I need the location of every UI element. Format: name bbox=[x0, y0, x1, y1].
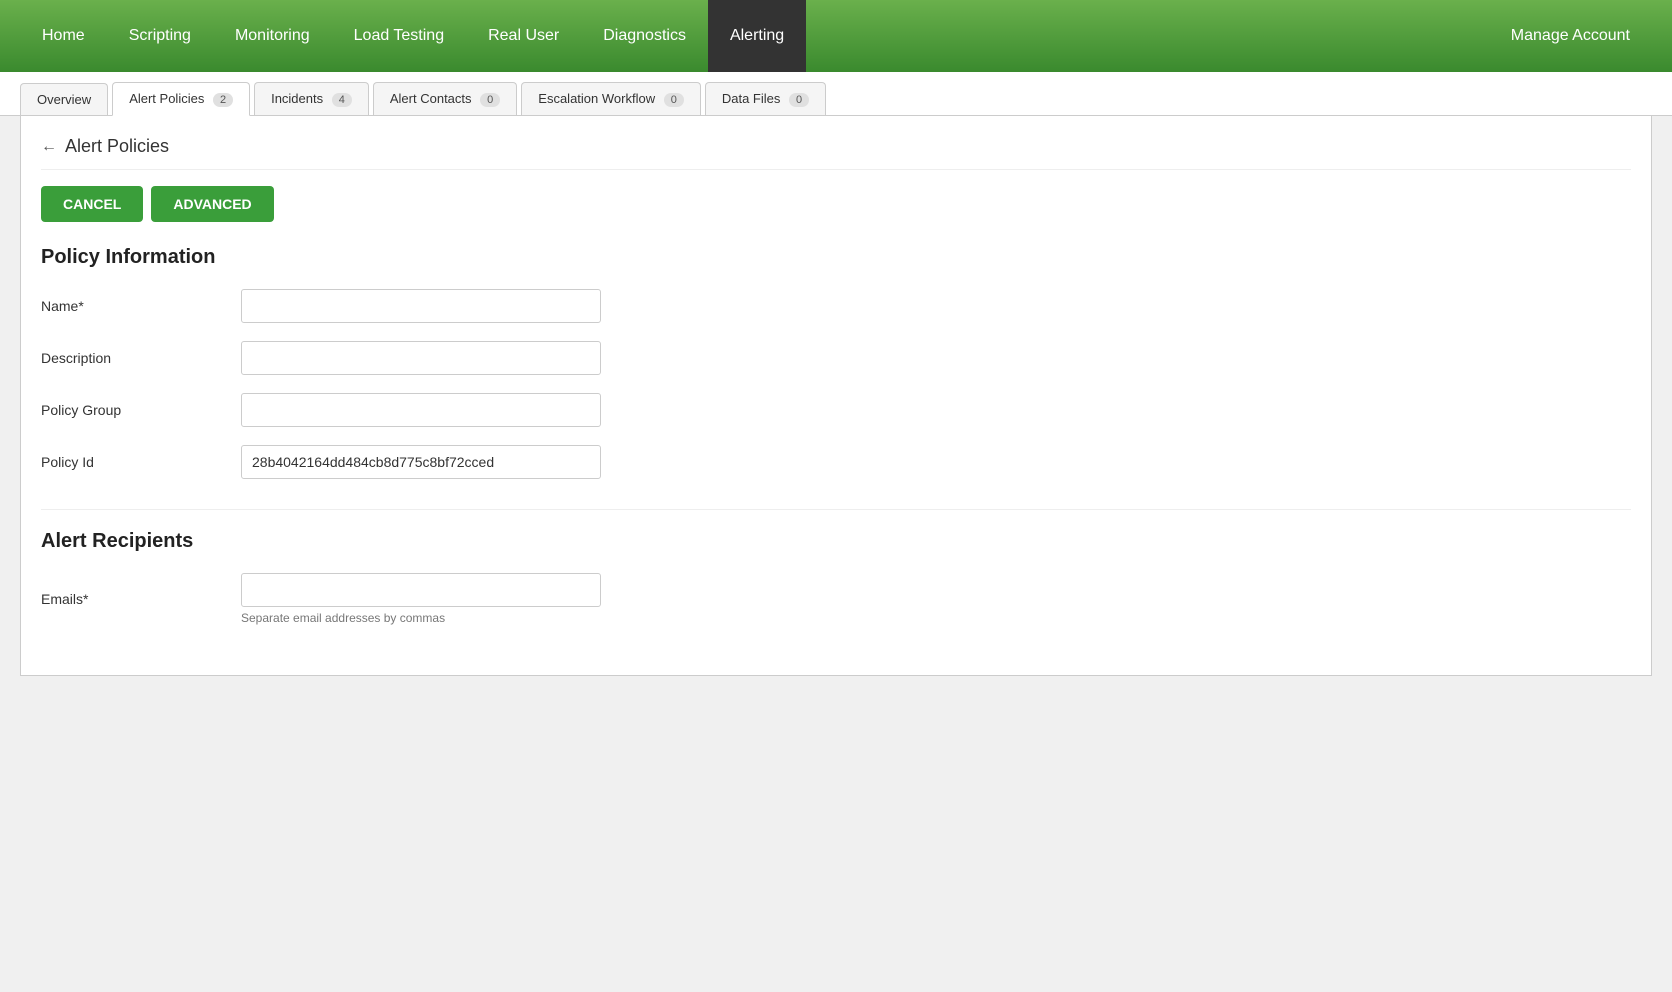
tab-alert-policies[interactable]: Alert Policies 2 bbox=[112, 82, 250, 116]
tab-escalation-workflow[interactable]: Escalation Workflow 0 bbox=[521, 82, 701, 115]
description-label: Description bbox=[41, 350, 241, 366]
breadcrumb: ← Alert Policies bbox=[41, 136, 1631, 170]
nav-manage-account[interactable]: Manage Account bbox=[1489, 0, 1652, 72]
policy-id-input[interactable] bbox=[241, 445, 601, 479]
tab-overview[interactable]: Overview bbox=[20, 83, 108, 115]
tab-incidents[interactable]: Incidents 4 bbox=[254, 82, 369, 115]
cancel-button[interactable]: CANCEL bbox=[41, 186, 143, 222]
escalation-workflow-badge: 0 bbox=[664, 93, 684, 107]
nav-scripting[interactable]: Scripting bbox=[107, 0, 213, 72]
policy-information-title: Policy Information bbox=[41, 246, 1631, 269]
policy-group-row: Policy Group bbox=[41, 393, 1631, 427]
nav-monitoring[interactable]: Monitoring bbox=[213, 0, 332, 72]
tabs-bar: Overview Alert Policies 2 Incidents 4 Al… bbox=[0, 72, 1672, 116]
tab-data-files[interactable]: Data Files 0 bbox=[705, 82, 826, 115]
nav-alerting[interactable]: Alerting bbox=[708, 0, 806, 72]
main-content: ← Alert Policies CANCEL ADVANCED Policy … bbox=[20, 116, 1652, 676]
description-row: Description bbox=[41, 341, 1631, 375]
name-row: Name* bbox=[41, 289, 1631, 323]
policy-id-row: Policy Id bbox=[41, 445, 1631, 479]
section-divider bbox=[41, 509, 1631, 510]
name-label: Name* bbox=[41, 298, 241, 314]
policy-information-section: Policy Information Name* Description Pol… bbox=[41, 246, 1631, 479]
name-input[interactable] bbox=[241, 289, 601, 323]
nav-home[interactable]: Home bbox=[20, 0, 107, 72]
emails-input[interactable] bbox=[241, 573, 601, 607]
emails-hint: Separate email addresses by commas bbox=[241, 611, 601, 625]
data-files-badge: 0 bbox=[789, 93, 809, 107]
page-title: Alert Policies bbox=[65, 136, 169, 157]
incidents-badge: 4 bbox=[332, 93, 352, 107]
advanced-button[interactable]: ADVANCED bbox=[151, 186, 273, 222]
policy-id-label: Policy Id bbox=[41, 454, 241, 470]
emails-wrapper: Separate email addresses by commas bbox=[241, 573, 601, 625]
description-input[interactable] bbox=[241, 341, 601, 375]
policy-group-label: Policy Group bbox=[41, 402, 241, 418]
emails-label: Emails* bbox=[41, 591, 241, 607]
policy-group-input[interactable] bbox=[241, 393, 601, 427]
tab-alert-contacts[interactable]: Alert Contacts 0 bbox=[373, 82, 517, 115]
top-navigation: Home Scripting Monitoring Load Testing R… bbox=[0, 0, 1672, 72]
alert-policies-badge: 2 bbox=[213, 93, 233, 107]
nav-diagnostics[interactable]: Diagnostics bbox=[581, 0, 708, 72]
alert-recipients-section: Alert Recipients Emails* Separate email … bbox=[41, 530, 1631, 625]
back-arrow-icon: ← bbox=[41, 138, 57, 156]
nav-load-testing[interactable]: Load Testing bbox=[332, 0, 466, 72]
alert-recipients-title: Alert Recipients bbox=[41, 530, 1631, 553]
action-buttons: CANCEL ADVANCED bbox=[41, 186, 1631, 222]
emails-row: Emails* Separate email addresses by comm… bbox=[41, 573, 1631, 625]
nav-real-user[interactable]: Real User bbox=[466, 0, 581, 72]
alert-contacts-badge: 0 bbox=[480, 93, 500, 107]
